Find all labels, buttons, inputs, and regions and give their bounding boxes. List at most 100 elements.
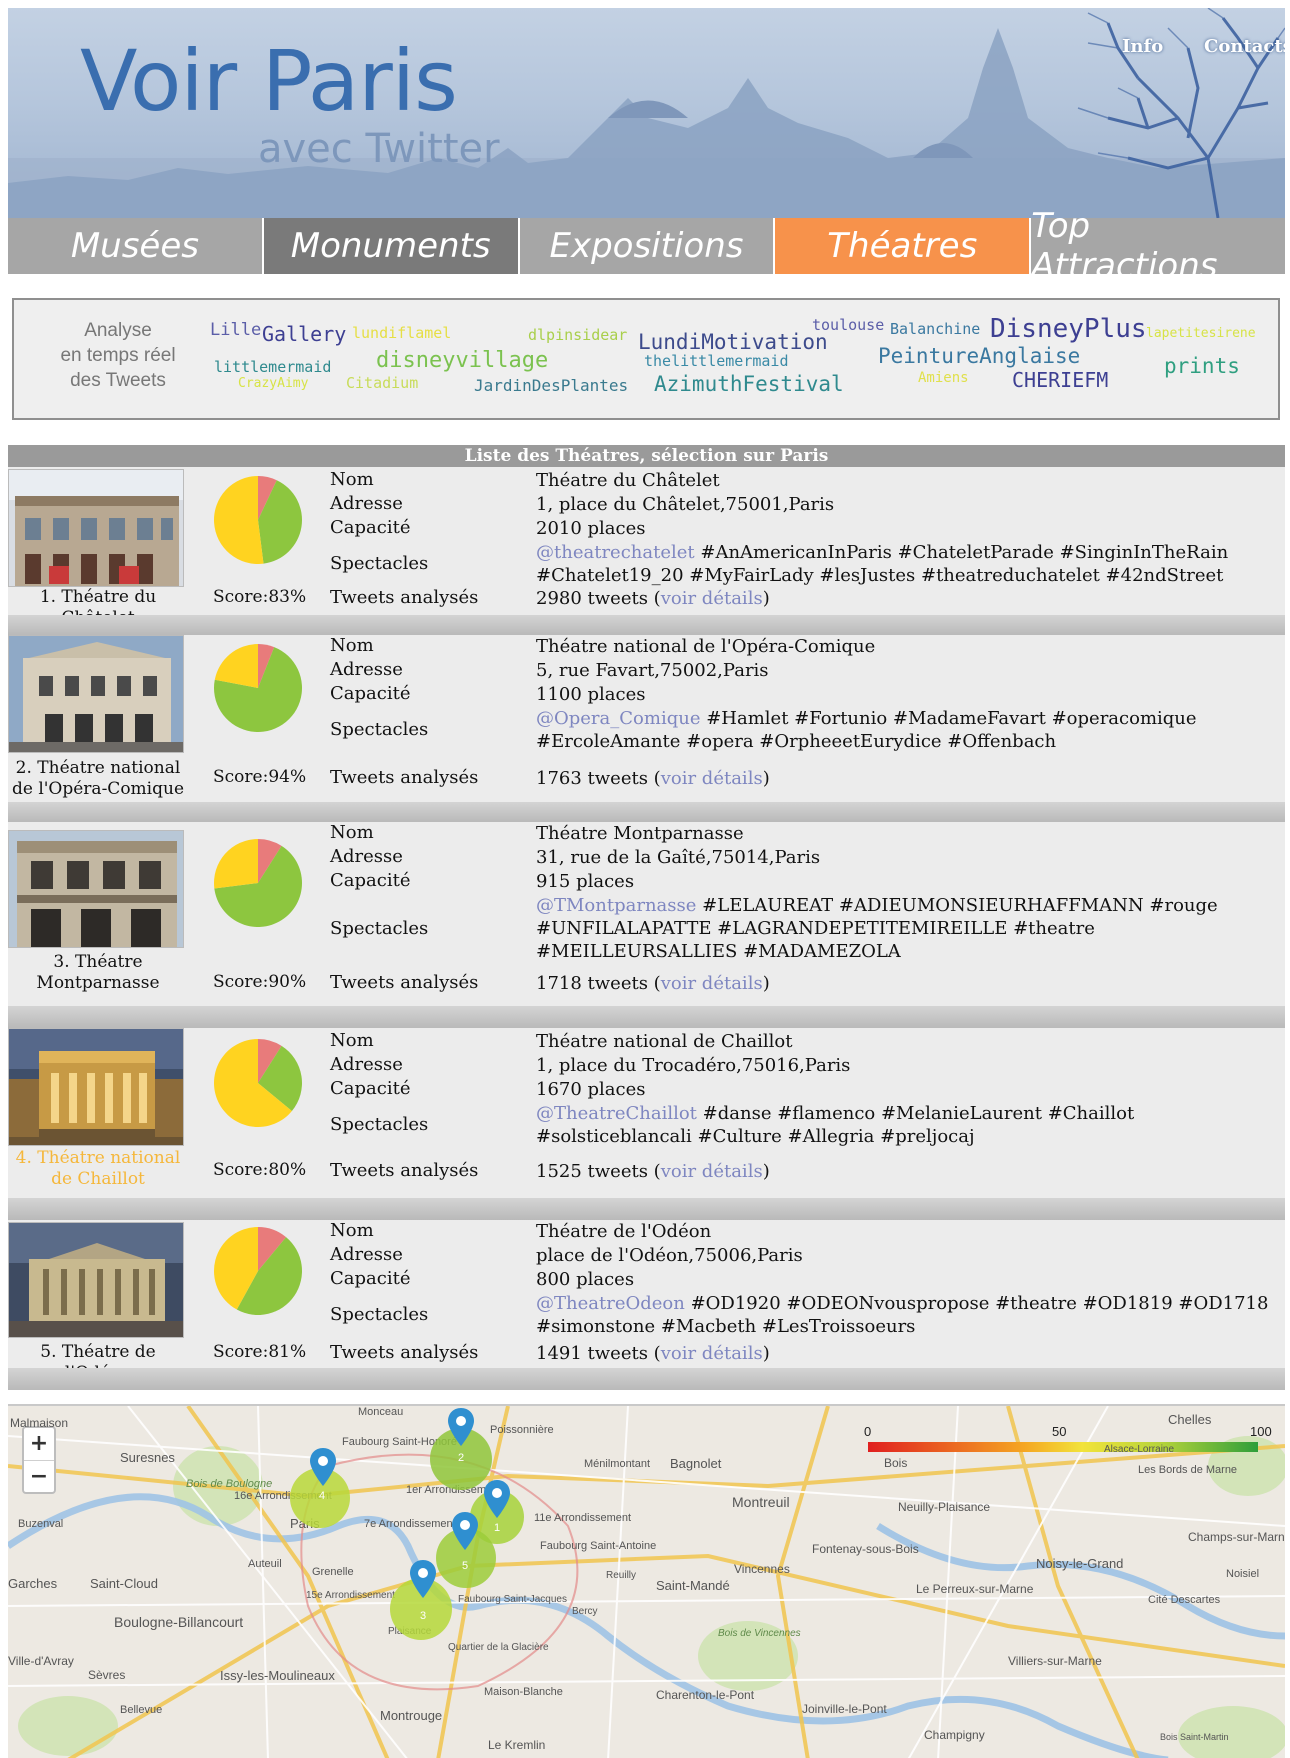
sentiment-pie-chart [214, 644, 302, 732]
map-place-label: Champigny [924, 1728, 985, 1742]
theatre-tweets-value: 2980 tweets (voir détails) [536, 588, 770, 609]
cloud-word[interactable]: prints [1164, 354, 1240, 378]
zoom-in-button[interactable]: + [24, 1428, 54, 1460]
label-nom: Nom [330, 1220, 374, 1241]
label-adresse: Adresse [330, 1054, 403, 1075]
cloud-word[interactable]: LundiMotivation [638, 330, 828, 354]
cloud-word[interactable]: lundiflamel [352, 324, 451, 342]
cloud-word[interactable]: Balanchine [890, 320, 980, 338]
map-place-label: Auteuil [248, 1558, 282, 1570]
theatre-photo[interactable] [8, 1028, 184, 1146]
cloud-word[interactable]: Amiens [918, 370, 969, 386]
info-link[interactable]: Info [1122, 36, 1163, 57]
label-capacite: Capacité [330, 683, 411, 704]
details-link[interactable]: voir détails [661, 768, 763, 789]
row-divider [8, 1006, 1285, 1028]
theatre-photo[interactable] [8, 469, 184, 587]
map-marker-label: 1 [494, 1522, 501, 1534]
map-place-label: Sèvres [88, 1668, 126, 1682]
tweet-count: 1718 tweets [536, 973, 648, 994]
label-tweets: Tweets analysés [330, 1160, 479, 1181]
cloud-word[interactable]: PeintureAnglaise [878, 344, 1080, 368]
theatre-rank-name[interactable]: 3. Théatre Montparnasse [8, 952, 188, 994]
theatre-name-value: Théatre national de Chaillot [536, 1031, 793, 1052]
map-marker-label: 5 [462, 1560, 469, 1572]
map-pin-icon [452, 1512, 478, 1550]
map-place-label: Le Kremlin [488, 1738, 546, 1752]
cloud-label: Analyse en temps réel des Tweets [38, 318, 198, 393]
zoom-out-button[interactable]: − [24, 1460, 54, 1492]
map-marker-2[interactable] [448, 1408, 474, 1446]
tab-top-attractions[interactable]: Top Attractions [1031, 206, 1285, 286]
cloud-word[interactable]: Gallery [262, 322, 346, 346]
map-place-label: Bois Saint-Martin [1160, 1732, 1229, 1742]
label-adresse: Adresse [330, 1244, 403, 1265]
map-place-label: Maison-Blanche [484, 1686, 563, 1698]
theatre-name-value: Théatre de l'Odéon [536, 1221, 712, 1242]
details-link[interactable]: voir détails [661, 1343, 763, 1364]
theatre-rank-name[interactable]: 2. Théatre national de l'Opéra-Comique [8, 758, 188, 800]
map-place-label: Montreuil [732, 1494, 790, 1510]
map-place-label: Grenelle [312, 1566, 354, 1578]
label-nom: Nom [330, 469, 374, 490]
cloud-word[interactable]: toulouse [812, 316, 884, 334]
cloud-word[interactable]: JardinDesPlantes [474, 376, 628, 395]
cloud-word[interactable]: lapetitesirene [1146, 326, 1256, 341]
map-place-label: Faubourg Saint-Antoine [540, 1540, 657, 1552]
cloud-word[interactable]: Citadium [346, 374, 418, 392]
theatre-map[interactable]: + − 0 50 100 Malmaison Suresnes Bois de … [8, 1404, 1285, 1758]
theatre-shows-value: @Opera_Comique #Hamlet #Fortunio #Madame… [536, 707, 1276, 753]
cloud-word[interactable]: DisneyPlus [990, 314, 1147, 344]
twitter-handle-link[interactable]: @TheatreChaillot [536, 1103, 697, 1124]
theatre-photo[interactable] [8, 1222, 184, 1338]
label-tweets: Tweets analysés [330, 1342, 479, 1363]
label-spectacles: Spectacles [330, 719, 429, 740]
twitter-handle-link[interactable]: @Opera_Comique [536, 708, 700, 729]
theatre-tweets-value: 1491 tweets (voir détails) [536, 1343, 770, 1364]
label-tweets: Tweets analysés [330, 587, 479, 608]
twitter-handle-link[interactable]: @TheatreOdeon [536, 1293, 685, 1314]
cloud-label-line: en temps réel [60, 345, 176, 366]
map-place-label: Ville-d'Avray [8, 1654, 74, 1668]
map-place-label: Boulogne-Billancourt [114, 1614, 244, 1630]
cloud-word[interactable]: dlpinsidear [528, 326, 627, 344]
contacts-link[interactable]: Contacts [1204, 36, 1285, 57]
map-marker-4[interactable] [310, 1448, 336, 1486]
map-marker-1[interactable] [484, 1480, 510, 1518]
cloud-label-line: des Tweets [70, 370, 166, 391]
map-place-label: 11e Arrondissement [534, 1512, 632, 1524]
tweet-count: 2980 tweets [536, 588, 648, 609]
map-place-label: Saint-Cloud [90, 1576, 158, 1591]
cloud-word[interactable]: disneyvillage [376, 348, 548, 373]
map-place-label: 15e Arrondissement [306, 1590, 395, 1601]
row-divider [8, 615, 1285, 635]
cloud-word[interactable]: Lille [210, 320, 261, 340]
details-link[interactable]: voir détails [661, 588, 763, 609]
details-link[interactable]: voir détails [661, 1161, 763, 1182]
details-link[interactable]: voir détails [661, 973, 763, 994]
twitter-handle-link[interactable]: @TMontparnasse [536, 895, 696, 916]
cloud-word[interactable]: littlemermaid [214, 358, 331, 376]
cloud-word[interactable]: CHERIEFM [1012, 368, 1108, 392]
map-marker-5[interactable] [452, 1512, 478, 1550]
label-capacite: Capacité [330, 1268, 411, 1289]
theatre-score: Score:80% [213, 1160, 307, 1180]
twitter-handle-link[interactable]: @theatrechatelet [536, 542, 695, 563]
theatre-score: Score:83% [213, 587, 307, 607]
tab-theatres[interactable]: Théatres [775, 218, 1032, 274]
map-place-label: Joinville-le-Pont [802, 1702, 887, 1716]
theatre-photo[interactable] [8, 635, 184, 753]
tab-monuments[interactable]: Monuments [263, 218, 520, 274]
tweet-count: 1763 tweets [536, 768, 648, 789]
map-place-label: Bois de Boulogne [186, 1478, 273, 1490]
theatre-photo[interactable] [8, 830, 184, 948]
cloud-word[interactable]: AzimuthFestival [654, 372, 844, 396]
label-adresse: Adresse [330, 659, 403, 680]
map-marker-3[interactable] [410, 1560, 436, 1598]
tab-musees[interactable]: Musées [8, 218, 264, 274]
tab-expositions[interactable]: Expositions [519, 218, 776, 274]
cloud-word[interactable]: thelittlemermaid [644, 352, 789, 370]
theatre-name-value: Théatre national de l'Opéra-Comique [536, 636, 876, 657]
theatre-rank-name[interactable]: 4. Théatre national de Chaillot [8, 1148, 188, 1190]
cloud-word[interactable]: CrazyAimy [238, 376, 308, 391]
